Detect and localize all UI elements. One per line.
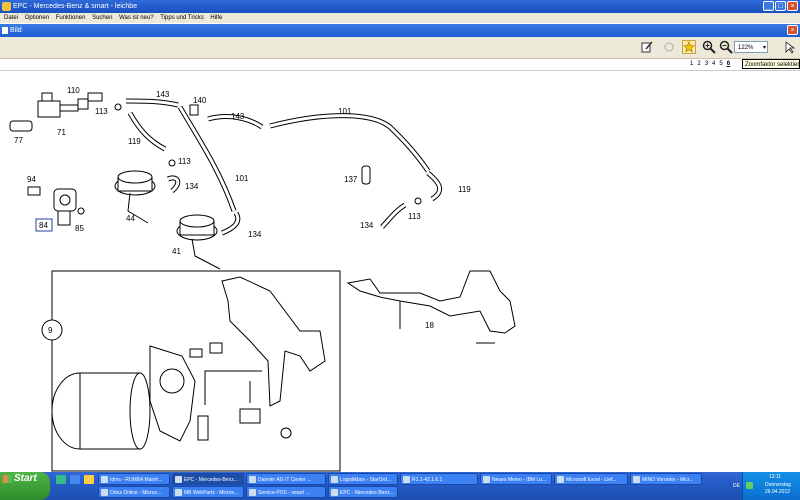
label-110: 110 (67, 86, 80, 95)
windows-logo-icon (3, 475, 12, 483)
system-tray: DE 12:11 Donnerstag 26.04.2012 (733, 472, 800, 500)
page-link-1[interactable]: 1 (690, 61, 693, 67)
language-indicator[interactable]: DE (733, 483, 740, 489)
close-button[interactable]: × (787, 1, 798, 11)
subwindow-close-button[interactable]: × (787, 25, 798, 35)
windows-taskbar: Start Idms - RUMBA Mainfr... EPC - Merce… (0, 472, 800, 500)
label-119a: 119 (128, 137, 141, 146)
label-113c: 113 (408, 212, 421, 221)
explorer-quicklaunch-icon[interactable] (84, 475, 94, 484)
minimize-button[interactable]: _ (763, 1, 774, 11)
menu-tipps-und-tricks[interactable]: Tipps und Tricks (160, 15, 203, 21)
label-134c: 134 (248, 230, 262, 239)
subwindow-title: Bild (10, 27, 22, 34)
label-143a: 143 (156, 90, 170, 99)
unlink-icon[interactable] (662, 40, 676, 54)
desktop-quicklaunch-icon[interactable] (56, 475, 66, 484)
menu-was-ist-neu[interactable]: Was ist neu? (119, 15, 153, 21)
task-epc-second[interactable]: EPC - Mercedes-Benz... (328, 486, 398, 498)
task-logistikbox[interactable]: Logistikbox - StarOrd... (328, 473, 398, 485)
subwindow-titlebar: Bild × (0, 24, 800, 37)
window-title: EPC - Mercedes-Benz & smart - leichbe (13, 3, 138, 10)
label-137: 137 (344, 175, 358, 184)
label-101b: 101 (235, 174, 249, 183)
task-idms[interactable]: Idms - RUMBA Mainfr... (98, 473, 170, 485)
page-link-3[interactable]: 3 (705, 61, 708, 67)
clock-date: 26.04.2012 (765, 489, 791, 495)
network-tray-icon[interactable] (746, 482, 753, 489)
page-link-4[interactable]: 4 (712, 61, 715, 67)
maximize-button[interactable]: □ (775, 1, 786, 11)
window-controls: _ □ × (762, 1, 798, 12)
menu-suchen[interactable]: Suchen (92, 15, 112, 21)
label-101a: 101 (338, 107, 352, 116)
label-134a: 134 (185, 182, 199, 191)
label-94: 94 (27, 175, 36, 184)
star-favorite-icon[interactable] (682, 40, 696, 54)
exploded-parts-diagram: 110 143 140 143 101 77 71 113 119 113 13… (9, 86, 516, 472)
task-r1[interactable]: R1.1-42.1.6.1 (400, 473, 478, 485)
zoom-in-icon[interactable] (702, 40, 716, 54)
label-113a: 113 (95, 107, 108, 116)
page-link-2[interactable]: 2 (697, 61, 700, 67)
task-mino-vororder[interactable]: MINO Vororder - Micr... (630, 473, 702, 485)
page-navigation: 123456 (690, 61, 734, 67)
label-143b: 143 (231, 112, 245, 121)
zoom-select[interactable]: 122% ▾ (734, 41, 768, 53)
edit-note-icon[interactable] (640, 40, 654, 54)
document-icon (2, 27, 8, 34)
chevron-down-icon: ▾ (762, 45, 766, 51)
ie-quicklaunch-icon[interactable] (70, 475, 80, 484)
parts-drawing-canvas: 110 143 140 143 101 77 71 113 119 113 13… (0, 70, 800, 473)
label-44: 44 (126, 214, 135, 223)
task-mb-webparts[interactable]: MB WebParts - Micros... (172, 486, 244, 498)
menu-datei[interactable]: Datei (4, 15, 18, 21)
task-odus-online[interactable]: Odus Online - Micros... (98, 486, 170, 498)
label-85: 85 (75, 224, 84, 233)
page-link-6[interactable]: 6 (727, 61, 730, 67)
label-113b: 113 (178, 157, 191, 166)
label-9: 9 (48, 326, 53, 335)
task-daimler-it[interactable]: Daimler AG IT Center ... (246, 473, 326, 485)
help-cursor-icon[interactable] (783, 40, 797, 54)
app-titlebar: EPC - Mercedes-Benz & smart - leichbe _ □… (0, 0, 800, 13)
task-neues-memo[interactable]: Neues Memo - IBM Lo... (480, 473, 552, 485)
label-84[interactable]: 84 (39, 221, 48, 230)
label-119b: 119 (458, 185, 471, 194)
task-excel[interactable]: Microsoft Excel - Lief... (554, 473, 628, 485)
label-134b: 134 (360, 221, 374, 230)
label-18: 18 (425, 321, 434, 330)
zoom-out-icon[interactable] (719, 40, 733, 54)
label-71: 71 (57, 128, 66, 137)
menu-bar: Datei Optionen Funktionen Suchen Was ist… (0, 13, 800, 23)
menu-funktionen[interactable]: Funktionen (56, 15, 86, 21)
page-link-5[interactable]: 5 (719, 61, 722, 67)
image-toolbar: 122% ▾ (0, 37, 800, 59)
epc-app-icon (2, 2, 11, 11)
task-epc-active[interactable]: EPC - Mercedes-Benz... (172, 473, 244, 485)
label-140: 140 (193, 96, 207, 105)
zoom-value: 122% (738, 45, 754, 51)
clock-day: Donnerstag (765, 482, 791, 488)
clock-time[interactable]: 12:11 (769, 474, 781, 480)
menu-optionen[interactable]: Optionen (25, 15, 49, 21)
label-77: 77 (14, 136, 23, 145)
menu-hilfe[interactable]: Hilfe (210, 15, 222, 21)
task-service-pos[interactable]: Service-POS - smart ... (246, 486, 326, 498)
start-label: Start (14, 473, 37, 484)
start-button[interactable]: Start (0, 472, 50, 500)
label-41: 41 (172, 247, 181, 256)
zoom-tooltip: Zoomfaktor selektieren (742, 59, 800, 69)
